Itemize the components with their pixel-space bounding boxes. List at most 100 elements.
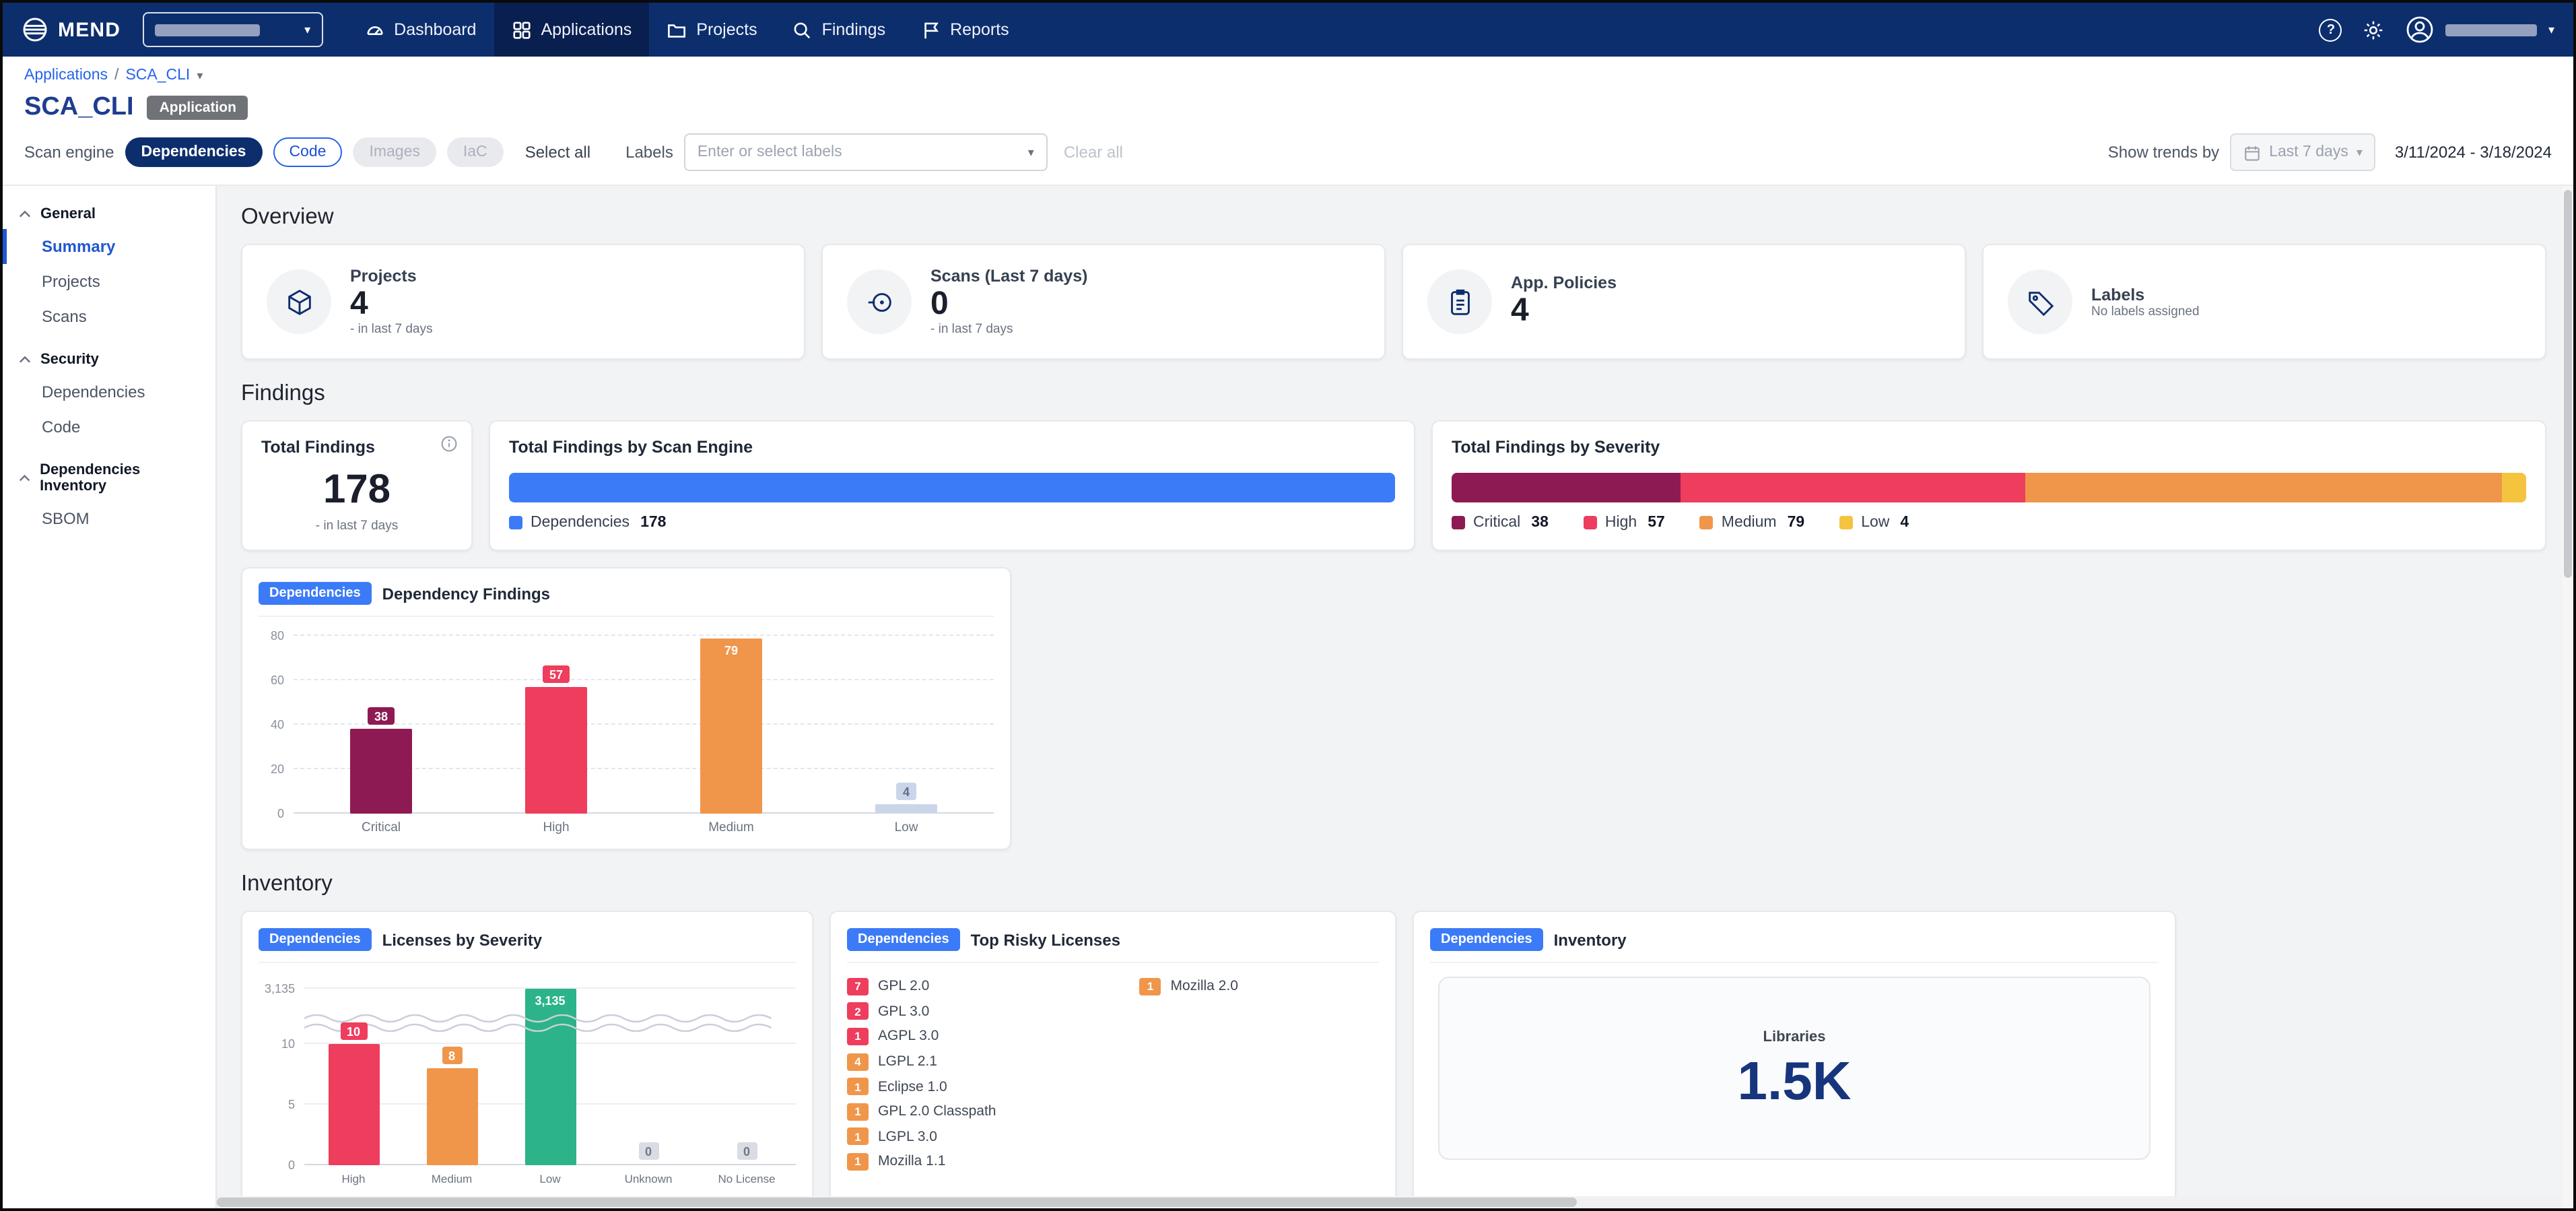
chart-bar-critical[interactable] — [350, 729, 412, 814]
user-menu[interactable]: ▾ — [2406, 15, 2554, 44]
chart-bar-high[interactable] — [525, 687, 587, 814]
chevron-down-icon[interactable]: ▾ — [1028, 146, 1034, 158]
nav-label: Findings — [822, 20, 886, 39]
bar-value-label: 79 — [718, 641, 745, 659]
breadcrumb-current-link[interactable]: SCA_CLI — [125, 67, 190, 84]
breadcrumb-applications-link[interactable]: Applications — [24, 67, 108, 84]
labels-select[interactable]: ▾ — [684, 133, 1048, 171]
chart-yaxis: 020406080 — [259, 636, 294, 814]
dashboard-icon — [364, 20, 384, 40]
chart-bar-medium[interactable] — [426, 1068, 477, 1165]
chart-slot: 3,135 — [501, 982, 599, 1165]
select-all-button[interactable]: Select all — [525, 143, 590, 162]
sidebar-section-dependencies-inventory[interactable]: Dependencies Inventory — [3, 453, 215, 501]
license-count-badge: 1 — [847, 1028, 869, 1045]
sidebar-item-code[interactable]: Code — [3, 410, 215, 445]
date-range-text: 3/11/2024 - 3/18/2024 — [2395, 143, 2552, 162]
bar-value-label: 0 — [638, 1142, 658, 1160]
sidebar-item-sbom[interactable]: SBOM — [3, 501, 215, 536]
license-row: 4 LGPL 2.1 — [847, 1049, 1140, 1074]
x-axis-label: Medium — [403, 1172, 501, 1185]
bar-value-label: 10 — [340, 1022, 367, 1040]
nav-item-dashboard[interactable]: Dashboard — [347, 3, 494, 57]
sidebar-item-summary[interactable]: Summary — [3, 229, 215, 264]
license-count-badge: 7 — [847, 978, 869, 995]
license-name[interactable]: Mozilla 1.1 — [878, 1154, 945, 1170]
license-count-badge: 1 — [847, 1103, 869, 1121]
chevron-down-icon: ▾ — [2548, 24, 2554, 36]
legend-swatch — [1839, 516, 1853, 529]
inventory-heading: Inventory — [241, 872, 2546, 897]
license-row: 1 Eclipse 1.0 — [847, 1074, 1140, 1099]
license-name[interactable]: Eclipse 1.0 — [878, 1078, 947, 1094]
x-axis-label: Low — [819, 820, 994, 835]
license-name[interactable]: GPL 2.0 Classpath — [878, 1104, 996, 1120]
license-name[interactable]: Mozilla 2.0 — [1171, 979, 1238, 995]
mend-logo[interactable]: MEND — [22, 16, 121, 43]
nav-item-applications[interactable]: Applications — [494, 3, 649, 57]
nav-item-reports[interactable]: Reports — [903, 3, 1027, 57]
risky-license-column-1: 7 GPL 2.0 2 GPL 3.0 1 AGPL 3.0 — [847, 974, 1140, 1175]
labels-input[interactable] — [698, 144, 1028, 160]
severity-legend: Critical 38 High 57 Medium 79 — [1452, 515, 2526, 531]
license-name[interactable]: LGPL 2.1 — [878, 1053, 937, 1070]
y-tick-label: 60 — [271, 674, 284, 687]
y-tick-label: 10 — [281, 1038, 295, 1051]
chart-plot: 38 57 79 4 — [294, 636, 994, 814]
main-nav: Dashboard Applications Projects Find — [347, 3, 1027, 57]
bar-segment-medium[interactable] — [2025, 473, 2502, 502]
horizontal-scrollbar-thumb[interactable] — [217, 1198, 1578, 1207]
bar-value-label: 8 — [442, 1047, 462, 1064]
bar-value-label: 57 — [543, 665, 570, 683]
chart-slot: 0 — [599, 982, 698, 1165]
license-name[interactable]: AGPL 3.0 — [878, 1028, 939, 1045]
chart-slot: 38 — [294, 636, 469, 814]
license-name[interactable]: GPL 3.0 — [878, 1004, 929, 1020]
chart-slot: 4 — [819, 636, 994, 814]
info-icon[interactable] — [440, 435, 458, 453]
labels-label: Labels — [625, 143, 673, 162]
sidebar-section-security[interactable]: Security — [3, 342, 215, 374]
overview-card-app-policies: App. Policies 4 — [1402, 244, 1966, 360]
chart-bar-high[interactable] — [328, 1044, 379, 1165]
gear-icon[interactable] — [2363, 18, 2385, 41]
chevron-down-icon[interactable]: ▾ — [197, 69, 203, 81]
chart-bar-medium[interactable] — [700, 639, 762, 814]
org-selector[interactable]: ▾ — [142, 12, 323, 47]
license-name[interactable]: GPL 2.0 — [878, 979, 929, 995]
nav-item-projects[interactable]: Projects — [649, 3, 774, 57]
sidebar-item-projects[interactable]: Projects — [3, 264, 215, 299]
legend-item-dependencies: Dependencies 178 — [509, 515, 666, 531]
org-name-redacted — [154, 24, 259, 36]
bar-segment-high[interactable] — [1681, 473, 2025, 502]
sidebar-item-scans[interactable]: Scans — [3, 299, 215, 334]
y-tick-label: 80 — [271, 629, 284, 643]
engine-pill-code[interactable]: Code — [273, 137, 342, 167]
bar-segment-critical[interactable] — [1452, 473, 1681, 502]
vertical-scrollbar-thumb[interactable] — [2564, 190, 2572, 579]
bar-segment-dependencies[interactable] — [509, 473, 1395, 502]
sidebar-section-general[interactable]: General — [3, 197, 215, 229]
legend-item-medium: Medium 79 — [1700, 515, 1804, 531]
nav-item-findings[interactable]: Findings — [775, 3, 904, 57]
engine-legend: Dependencies 178 — [509, 515, 1395, 531]
chevron-up-icon — [19, 356, 31, 364]
chart-title: Licenses by Severity — [382, 930, 542, 949]
breadcrumb: Applications / SCA_CLI ▾ — [3, 57, 2573, 86]
license-name[interactable]: LGPL 3.0 — [878, 1129, 937, 1145]
page-header: Applications / SCA_CLI ▾ SCA_CLI Applica… — [3, 57, 2573, 185]
clear-all-button: Clear all — [1064, 143, 1123, 162]
sidebar-item-dependencies[interactable]: Dependencies — [3, 374, 215, 410]
engine-pill-dependencies[interactable]: Dependencies — [125, 137, 262, 167]
bar-segment-low[interactable] — [2502, 473, 2526, 502]
help-icon[interactable]: ? — [2319, 18, 2342, 41]
license-row: 1 Mozilla 1.1 — [847, 1149, 1140, 1174]
user-avatar-icon — [2406, 15, 2435, 44]
legend-swatch — [1452, 516, 1465, 529]
top-risky-licenses-card: Dependencies Top Risky Licenses 7 GPL 2.… — [829, 911, 1396, 1208]
license-row: 7 GPL 2.0 — [847, 974, 1140, 999]
trend-period-select[interactable]: Last 7 days ▾ — [2230, 133, 2376, 171]
overview-card-projects: Projects 4 - in last 7 days — [241, 244, 805, 360]
license-row: 1 AGPL 3.0 — [847, 1024, 1140, 1049]
chart-bar-low[interactable] — [875, 804, 937, 814]
